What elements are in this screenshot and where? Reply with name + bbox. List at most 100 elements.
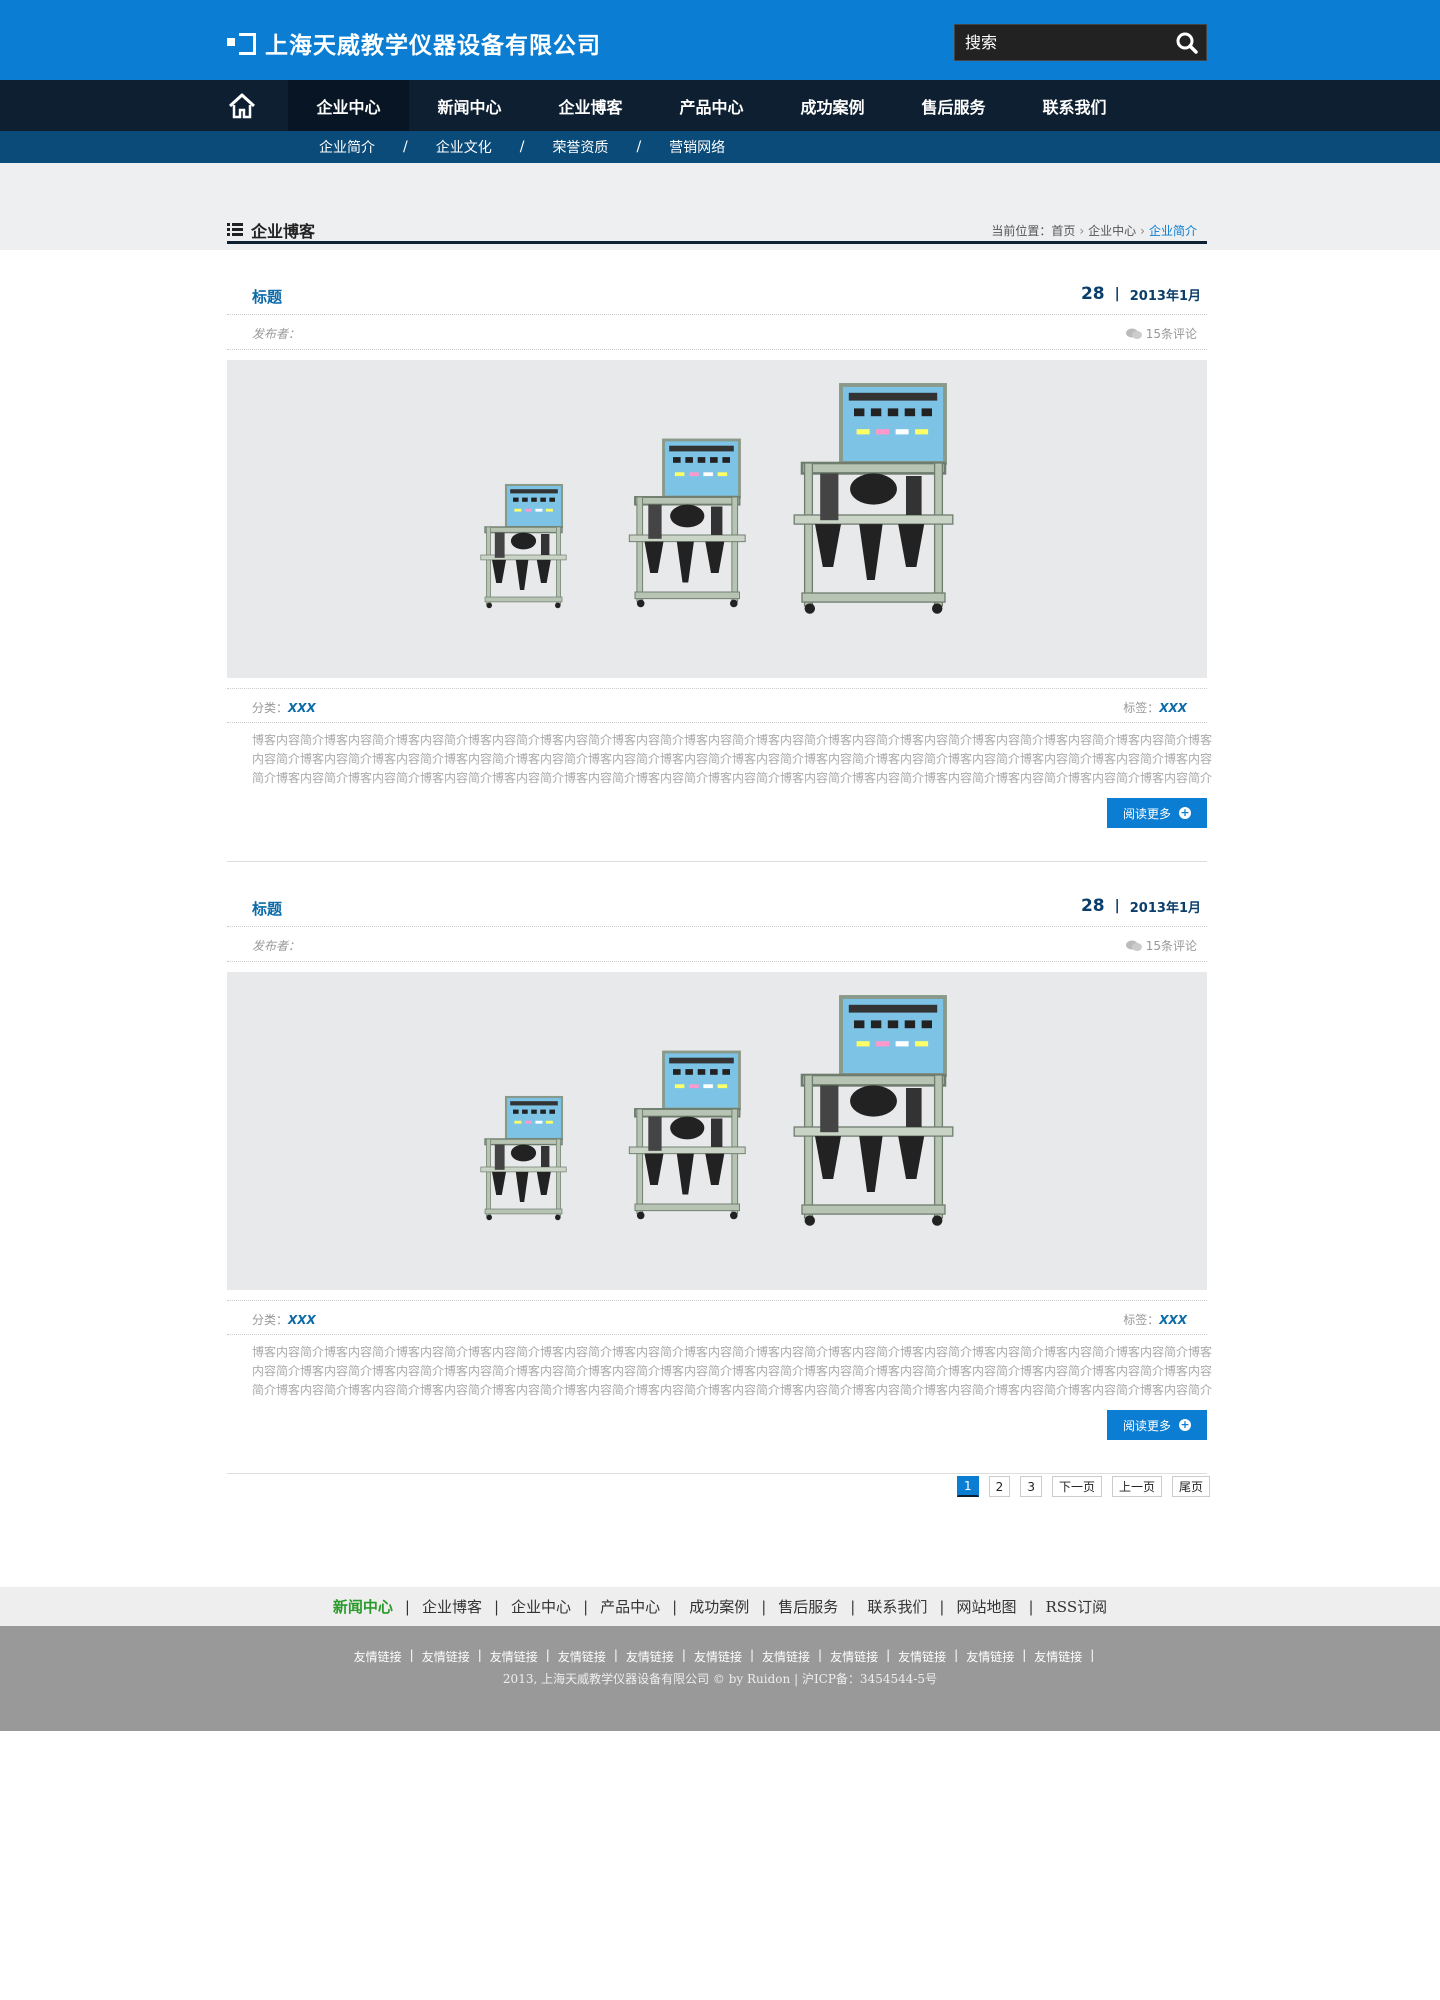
tag-label: 标签：	[1123, 701, 1160, 715]
category-link[interactable]: XXX	[288, 701, 316, 715]
page-1-button[interactable]: 1	[957, 1476, 979, 1497]
main-nav: 企业中心 新闻中心 企业博客 产品中心 成功案例 售后服务 联系我们	[0, 80, 1440, 131]
footer-nav-enterprise[interactable]: 企业中心	[499, 1596, 583, 1617]
subnav-item-network[interactable]: 营销网络	[669, 137, 725, 157]
icp-number: 沪ICP备：3454544-5号	[801, 1672, 938, 1686]
post-day: 28	[1080, 284, 1105, 304]
nav-item-products[interactable]: 产品中心	[651, 80, 772, 131]
date-separator: |	[1114, 286, 1120, 302]
post-category: 分类：XXX	[252, 699, 316, 716]
breadcrumb-enterprise[interactable]: 企业中心	[1088, 222, 1136, 239]
friend-link[interactable]: 友情链接	[482, 1648, 546, 1665]
friend-link[interactable]: 友情链接	[754, 1648, 818, 1665]
nav-item-cases[interactable]: 成功案例	[772, 80, 893, 131]
category-label: 分类：	[252, 701, 289, 715]
blog-post: 标题 28 | 2013年1月 发布者： 15条评论 分类：XXX 标签：XXX…	[227, 862, 1212, 1474]
next-page-button[interactable]: 下一页	[1051, 1476, 1102, 1497]
copyright-text: 2013, 上海天威教学仪器设备有限公司 © by Ruidon	[502, 1672, 791, 1686]
logo-mark-icon	[227, 33, 257, 55]
nav-item-service[interactable]: 售后服务	[893, 80, 1014, 131]
comments-count: 15条评论	[1145, 939, 1197, 953]
post-title[interactable]: 标题	[252, 898, 282, 919]
footer-nav-sitemap[interactable]: 网站地图	[944, 1596, 1028, 1617]
comment-icon	[1125, 328, 1142, 339]
comment-icon	[1125, 940, 1142, 951]
friend-link[interactable]: 友情链接	[346, 1648, 410, 1665]
category-label: 分类：	[252, 1313, 289, 1327]
subnav-item-intro[interactable]: 企业简介	[319, 137, 375, 157]
friend-link[interactable]: 友情链接	[618, 1648, 682, 1665]
nav-item-contact[interactable]: 联系我们	[1014, 80, 1135, 131]
subnav-separator: /	[403, 139, 408, 155]
subnav-item-honors[interactable]: 荣誉资质	[552, 137, 608, 157]
post-date: 28 | 2013年1月	[1081, 284, 1201, 304]
subnav-separator: /	[519, 139, 525, 155]
read-more-label: 阅读更多	[1122, 806, 1171, 821]
post-date: 28 | 2013年1月	[1081, 896, 1201, 916]
footer-nav-products[interactable]: 产品中心	[588, 1596, 672, 1617]
post-author-label: 发布者：	[252, 327, 301, 341]
search-icon	[1176, 32, 1198, 54]
footer-nav-blog[interactable]: 企业博客	[410, 1596, 494, 1617]
post-year-month: 2013年1月	[1129, 900, 1201, 916]
footer-nav-cases[interactable]: 成功案例	[677, 1596, 761, 1617]
search-button[interactable]	[1174, 30, 1200, 56]
friend-link[interactable]: 友情链接	[1026, 1648, 1090, 1665]
subnav-separator: /	[636, 139, 642, 155]
tag-link[interactable]: XXX	[1159, 701, 1187, 715]
page-2-button[interactable]: 2	[988, 1476, 1011, 1497]
friend-link[interactable]: 友情链接	[414, 1648, 478, 1665]
post-comments[interactable]: 15条评论	[1125, 325, 1197, 342]
search-input[interactable]	[955, 33, 1155, 52]
last-page-button[interactable]: 尾页	[1171, 1476, 1210, 1497]
nav-item-enterprise[interactable]: 企业中心	[288, 80, 409, 131]
breadcrumb: 当前位置： 首页 › 企业中心 › 企业简介	[991, 222, 1197, 239]
post-comments[interactable]: 15条评论	[1125, 937, 1197, 954]
post-category: 分类：XXX	[252, 1311, 316, 1328]
tag-label: 标签：	[1123, 1313, 1160, 1327]
chevron-right-icon: ›	[1079, 223, 1085, 238]
breadcrumb-current[interactable]: 企业简介	[1149, 222, 1197, 239]
page-3-button[interactable]: 3	[1020, 1476, 1042, 1497]
subnav-item-culture[interactable]: 企业文化	[436, 137, 492, 157]
friend-link[interactable]: 友情链接	[890, 1648, 954, 1665]
read-more-button[interactable]: 阅读更多 +	[1107, 1410, 1207, 1440]
friend-link[interactable]: 友情链接	[550, 1648, 614, 1665]
category-link[interactable]: XXX	[288, 1313, 316, 1327]
plus-circle-icon: +	[1179, 806, 1191, 819]
nav-item-news[interactable]: 新闻中心	[409, 80, 530, 131]
plus-circle-icon: +	[1179, 1418, 1191, 1431]
breadcrumb-prefix: 当前位置：	[991, 224, 1052, 238]
prev-page-button[interactable]: 上一页	[1111, 1476, 1162, 1497]
home-icon	[228, 93, 256, 118]
nav-home[interactable]	[227, 80, 288, 131]
list-icon	[227, 223, 243, 236]
breadcrumb-home[interactable]: 首页	[1051, 222, 1075, 239]
post-day: 28	[1080, 896, 1105, 916]
footer-nav-service[interactable]: 售后服务	[766, 1596, 850, 1617]
title-bar: 企业博客 当前位置： 首页 › 企业中心 › 企业简介	[0, 163, 1440, 250]
date-separator: |	[1114, 898, 1120, 914]
footer-nav-news[interactable]: 新闻中心	[321, 1596, 405, 1617]
company-name: 上海天威教学仪器设备有限公司	[265, 33, 601, 59]
nav-item-blog[interactable]: 企业博客	[530, 80, 651, 131]
post-title[interactable]: 标题	[252, 286, 282, 307]
read-more-label: 阅读更多	[1122, 1418, 1171, 1433]
page-title: 企业博客	[227, 218, 315, 242]
post-image[interactable]	[227, 360, 1207, 678]
friend-link[interactable]: 友情链接	[822, 1648, 886, 1665]
post-tag: 标签：XXX	[1123, 699, 1187, 716]
friend-link[interactable]: 友情链接	[686, 1648, 750, 1665]
footer-nav-rss[interactable]: RSS订阅	[1034, 1596, 1120, 1617]
friend-link-separator: |	[1090, 1648, 1095, 1662]
sub-nav: 企业简介 / 企业文化 / 荣誉资质 / 营销网络	[0, 131, 1440, 163]
read-more-button[interactable]: 阅读更多 +	[1107, 798, 1207, 828]
friend-link[interactable]: 友情链接	[958, 1648, 1022, 1665]
company-logo[interactable]: 上海天威教学仪器设备有限公司	[227, 26, 601, 60]
product-equipment-image	[480, 383, 954, 614]
product-equipment-image	[480, 995, 954, 1226]
post-image[interactable]	[227, 972, 1207, 1290]
tag-link[interactable]: XXX	[1159, 1313, 1187, 1327]
post-author-label: 发布者：	[252, 939, 301, 953]
footer-nav-contact[interactable]: 联系我们	[855, 1596, 939, 1617]
